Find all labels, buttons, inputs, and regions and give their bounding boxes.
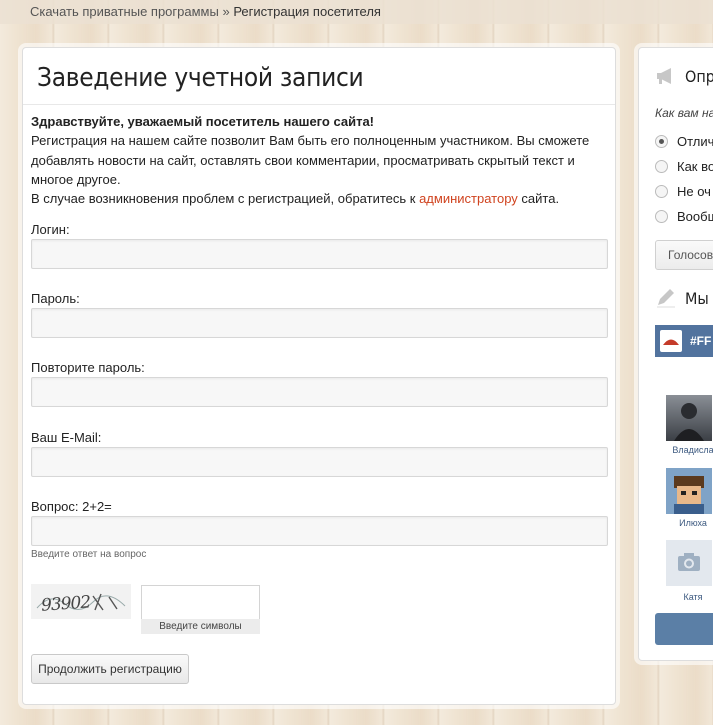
- avatar: [666, 540, 712, 586]
- poll-option-3[interactable]: Не оч: [677, 184, 711, 199]
- sidebar: Опр Как вам на Отлич Как во Не оч Вообщ …: [638, 47, 713, 661]
- password-label: Пароль:: [31, 291, 80, 306]
- vk-group-logo: [660, 330, 682, 352]
- breadcrumb-home-link[interactable]: Скачать приватные программы: [30, 4, 219, 19]
- pencil-icon: [655, 288, 677, 311]
- vk-member[interactable]: Катя: [666, 540, 712, 602]
- question-input[interactable]: [31, 516, 608, 546]
- poll-option-4[interactable]: Вообщ: [677, 209, 713, 224]
- problems-prefix: В случае возникновения проблем с регистр…: [31, 191, 416, 207]
- captcha-image: 93902: [31, 584, 131, 619]
- password-repeat-label: Повторите пароль:: [31, 360, 145, 375]
- captcha-text: 93902: [40, 592, 91, 615]
- password-input[interactable]: [31, 308, 608, 338]
- avatar: [666, 468, 712, 514]
- greeting-text: Здравствуйте, уважаемый посетитель нашег…: [31, 114, 375, 129]
- password-repeat-input[interactable]: [31, 377, 608, 407]
- problems-suffix: сайта.: [521, 191, 560, 207]
- vk-member-name[interactable]: Илюха: [663, 518, 713, 528]
- page-title: Заведение учетной записи: [37, 63, 364, 93]
- poll-radio-2[interactable]: [655, 160, 668, 173]
- poll-radio-3[interactable]: [655, 185, 668, 198]
- breadcrumb-current: Регистрация посетителя: [233, 4, 381, 19]
- megaphone-icon: [655, 66, 677, 89]
- avatar: [666, 395, 712, 441]
- question-label: Вопрос: 2+2=: [31, 499, 112, 514]
- intro-paragraph: Регистрация на нашем сайте позволит Вам …: [31, 133, 590, 187]
- login-input[interactable]: [31, 239, 608, 269]
- poll-radio-4[interactable]: [655, 210, 668, 223]
- vk-group-header[interactable]: #FF: [655, 325, 713, 357]
- breadcrumb-separator: »: [222, 4, 230, 19]
- title-divider: [23, 104, 615, 105]
- breadcrumb: Скачать приватные программы » Регистраци…: [30, 4, 381, 19]
- vk-widget-title: Мы: [685, 289, 709, 308]
- poll-option-1[interactable]: Отлич: [677, 134, 713, 149]
- admin-link[interactable]: администратору: [419, 191, 518, 206]
- poll-title: Опр: [685, 67, 713, 86]
- continue-registration-button[interactable]: Продолжить регистрацию: [31, 654, 189, 684]
- email-label: Ваш E-Mail:: [31, 430, 102, 445]
- vk-join-button[interactable]: [655, 613, 713, 645]
- captcha-input[interactable]: [141, 585, 260, 620]
- vk-member-name[interactable]: Катя: [663, 592, 713, 602]
- vk-group-name: #FF: [690, 334, 712, 348]
- intro-text: Здравствуйте, уважаемый посетитель нашег…: [31, 112, 607, 208]
- registration-panel: Заведение учетной записи Здравствуйте, у…: [22, 47, 616, 705]
- poll-option-2[interactable]: Как во: [677, 159, 713, 174]
- captcha-hint: Введите символы: [141, 619, 260, 634]
- vk-member[interactable]: Илюха: [666, 468, 712, 528]
- login-label: Логин:: [31, 222, 70, 237]
- vk-member-name[interactable]: Владисла: [663, 445, 713, 455]
- breadcrumb-bar: Скачать приватные программы » Регистраци…: [0, 0, 713, 24]
- vote-button[interactable]: Голосов: [655, 240, 713, 270]
- poll-question: Как вам на: [655, 106, 713, 120]
- vk-member[interactable]: Владисла: [666, 395, 713, 455]
- email-input[interactable]: [31, 447, 608, 477]
- question-hint: Введите ответ на вопрос: [31, 549, 147, 560]
- camera-icon: [678, 553, 700, 571]
- poll-radio-1[interactable]: [655, 135, 668, 148]
